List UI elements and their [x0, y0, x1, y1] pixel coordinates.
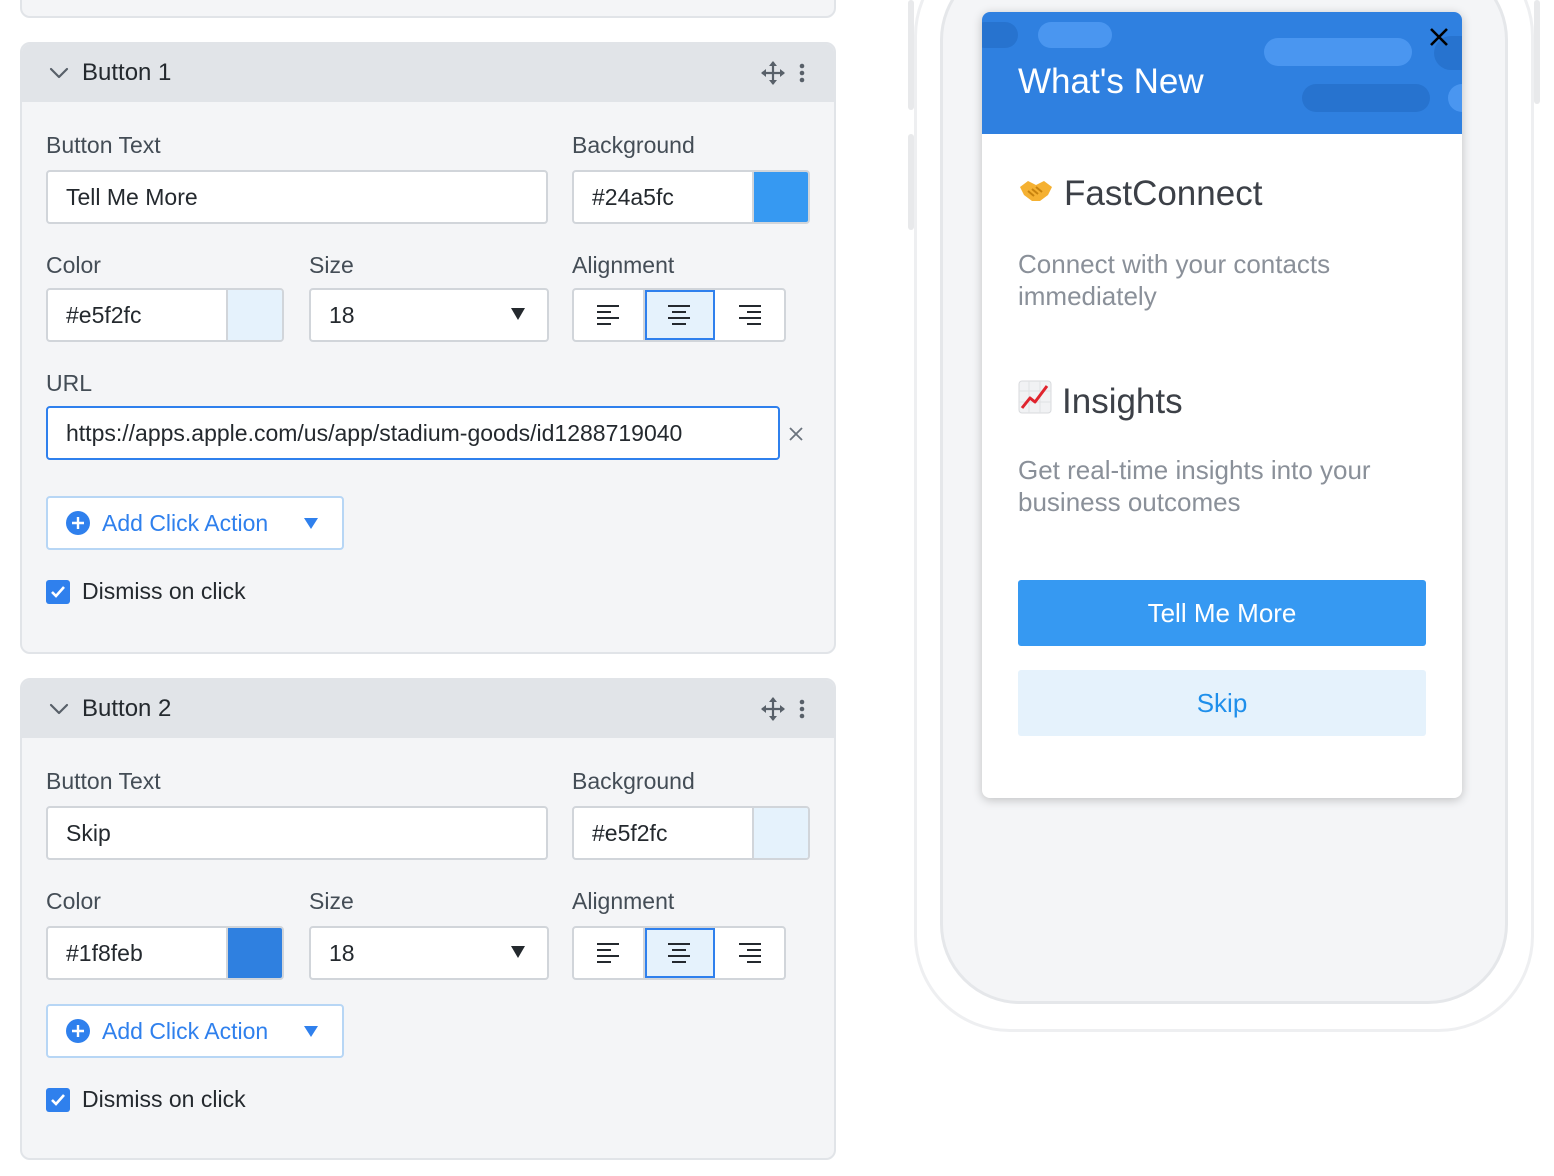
feature-description-insights: Get real-time insights into your busines…	[1018, 455, 1371, 517]
modal-header: What's New	[982, 12, 1462, 134]
align-left-icon	[597, 305, 620, 325]
whats-new-modal: What's New FastConnect Connect with your…	[982, 12, 1462, 798]
checkmark-icon	[51, 585, 65, 598]
size-value: 18	[329, 939, 355, 966]
plus-circle-icon	[66, 511, 90, 535]
button-text-label: Button Text	[46, 132, 161, 158]
text-color-input[interactable]: #1f8feb	[46, 926, 284, 980]
caret-down-icon	[304, 1026, 318, 1037]
size-select[interactable]: 18	[309, 288, 549, 342]
header-decoration	[1038, 22, 1112, 48]
align-center-icon	[668, 943, 690, 963]
url-input[interactable]: https://apps.apple.com/us/app/stadium-go…	[46, 406, 780, 460]
kebab-menu-icon[interactable]	[798, 62, 806, 84]
color-hex[interactable]: #e5f2fc	[48, 290, 226, 340]
add-click-action-label: Add Click Action	[102, 1017, 269, 1044]
background-swatch[interactable]	[752, 172, 808, 222]
kebab-menu-icon[interactable]	[798, 698, 806, 720]
dismiss-on-click-checkbox[interactable]: Dismiss on click	[46, 578, 246, 605]
tell-me-more-button[interactable]: Tell Me More	[1018, 580, 1426, 646]
card-title: Button 2	[82, 695, 172, 722]
header-decoration	[1264, 38, 1412, 66]
modal-title: What's New	[1018, 62, 1204, 101]
checkmark-icon	[51, 1093, 65, 1106]
handshake-icon	[1018, 174, 1054, 214]
alignment-group	[572, 926, 786, 980]
card-title: Button 1	[82, 59, 172, 86]
button-text-input[interactable]: Tell Me More	[46, 170, 548, 224]
caret-down-icon	[511, 946, 525, 958]
button-1-header[interactable]: Button 1	[22, 44, 834, 102]
size-select[interactable]: 18	[309, 926, 549, 980]
previous-card-bottom	[20, 0, 836, 18]
dismiss-on-click-label: Dismiss on click	[82, 1086, 246, 1112]
url-label: URL	[46, 370, 93, 396]
button-text-label: Button Text	[46, 768, 161, 794]
align-right-button[interactable]	[715, 290, 784, 340]
button-1-card: Button 1 Button Text Tell Me More Backgr…	[20, 42, 836, 654]
align-right-icon	[738, 943, 761, 963]
move-icon[interactable]	[760, 696, 786, 722]
header-decoration	[1302, 84, 1430, 112]
feature-title-fastconnect: FastConnect	[1018, 174, 1262, 214]
background-hex[interactable]: #e5f2fc	[574, 808, 752, 858]
alignment-label: Alignment	[572, 888, 675, 914]
color-swatch[interactable]	[226, 290, 282, 340]
caret-down-icon	[304, 518, 318, 529]
dismiss-on-click-label: Dismiss on click	[82, 578, 246, 604]
align-center-button[interactable]	[644, 290, 716, 340]
caret-down-icon	[511, 308, 525, 320]
background-label: Background	[572, 132, 695, 158]
chevron-down-icon[interactable]	[48, 62, 70, 84]
background-swatch[interactable]	[752, 808, 808, 858]
align-center-button[interactable]	[644, 928, 716, 978]
background-label: Background	[572, 768, 695, 794]
align-center-icon	[668, 305, 690, 325]
skip-button[interactable]: Skip	[1018, 670, 1426, 736]
phone-side-button	[1534, 0, 1540, 104]
align-left-icon	[597, 943, 620, 963]
feature-description-fastconnect: Connect with your contacts immediately	[1018, 249, 1331, 311]
chevron-down-icon[interactable]	[48, 698, 70, 720]
plus-circle-icon	[66, 1019, 90, 1043]
add-click-action-label: Add Click Action	[102, 509, 269, 536]
text-color-input[interactable]: #e5f2fc	[46, 288, 284, 342]
checkbox[interactable]	[46, 579, 70, 604]
feature-title-text: Insights	[1062, 381, 1183, 421]
add-click-action-button[interactable]: Add Click Action	[46, 1004, 344, 1058]
color-swatch[interactable]	[226, 928, 282, 978]
alignment-label: Alignment	[572, 252, 675, 278]
feature-title-insights: Insights	[1018, 380, 1183, 423]
checkbox[interactable]	[46, 1087, 70, 1112]
header-decoration	[982, 22, 1018, 48]
dismiss-on-click-checkbox[interactable]: Dismiss on click	[46, 1086, 246, 1113]
background-color-input[interactable]: #24a5fc	[572, 170, 810, 224]
color-hex[interactable]: #1f8feb	[48, 928, 226, 978]
size-value: 18	[329, 301, 355, 328]
align-right-icon	[738, 305, 761, 325]
move-icon[interactable]	[760, 60, 786, 86]
color-label: Color	[46, 888, 101, 914]
color-label: Color	[46, 252, 101, 278]
background-color-input[interactable]: #e5f2fc	[572, 806, 810, 860]
background-hex[interactable]: #24a5fc	[574, 172, 752, 222]
size-label: Size	[309, 252, 354, 278]
align-right-button[interactable]	[715, 928, 784, 978]
size-label: Size	[309, 888, 354, 914]
alignment-group	[572, 288, 786, 342]
align-left-button[interactable]	[574, 290, 645, 340]
button-text-input[interactable]: Skip	[46, 806, 548, 860]
feature-title-text: FastConnect	[1064, 174, 1263, 213]
header-decoration	[1448, 84, 1462, 112]
close-icon[interactable]	[1428, 26, 1450, 48]
add-click-action-button[interactable]: Add Click Action	[46, 496, 344, 550]
close-icon[interactable]	[786, 424, 806, 444]
chart-increasing-icon	[1018, 380, 1052, 423]
align-left-button[interactable]	[574, 928, 645, 978]
button-2-card: Button 2 Button Text Skip Background #e5…	[20, 678, 836, 1160]
button-2-header[interactable]: Button 2	[22, 680, 834, 738]
